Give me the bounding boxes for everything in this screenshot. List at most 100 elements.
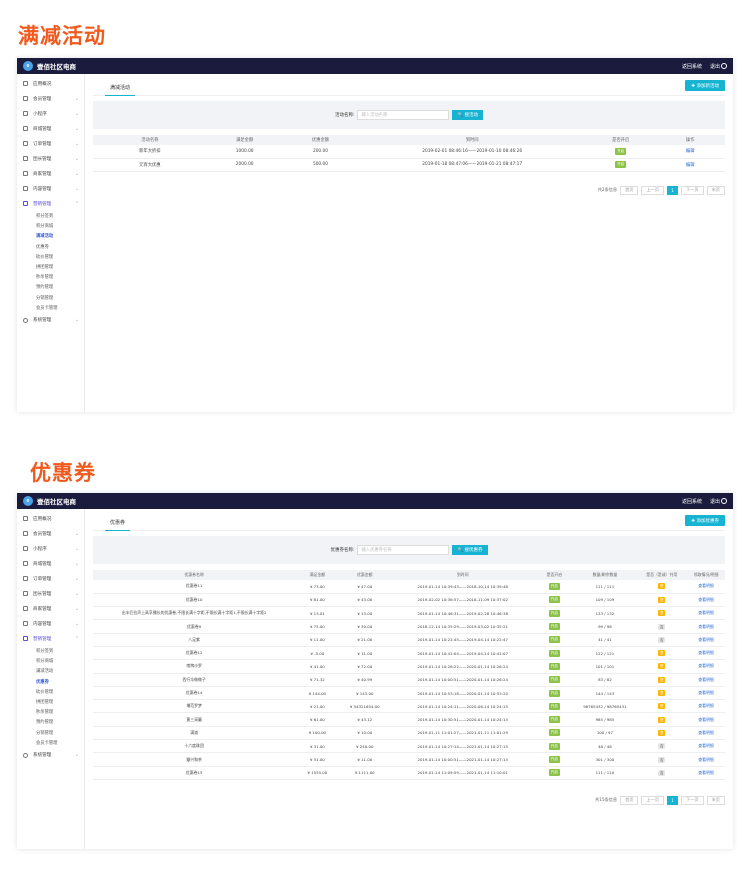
chevron-down-icon: ⌄ — [74, 140, 79, 147]
view-detail-link[interactable]: 查看明细 — [698, 610, 714, 615]
sub-item-distribution[interactable]: 分销管理 — [17, 293, 84, 303]
pager-next[interactable]: 下一页 — [681, 795, 704, 805]
search-input[interactable]: 输入活动名称 — [357, 110, 450, 120]
pager-last[interactable]: 末页 — [706, 795, 725, 805]
sub-item-reserve[interactable]: 预约管理 — [17, 717, 84, 727]
enabled-badge[interactable]: 开启 — [548, 676, 560, 684]
sub-item-group[interactable]: 拼团管理 — [17, 262, 84, 272]
search-button[interactable]: 🔍 搜优惠券 — [452, 545, 488, 555]
sidebar-item-overview[interactable]: 应用概况 — [17, 511, 84, 526]
pager-current[interactable]: 1 — [667, 795, 679, 805]
enabled-badge[interactable]: 开启 — [548, 729, 560, 737]
view-detail-link[interactable]: 查看明细 — [698, 637, 714, 642]
sub-item-bargain[interactable]: 砍价管理 — [17, 687, 84, 697]
sub-item-distribution[interactable]: 分销管理 — [17, 728, 84, 738]
view-detail-link[interactable]: 查看明细 — [698, 624, 714, 629]
pager-prev[interactable]: 上一页 — [641, 795, 665, 805]
view-detail-link[interactable]: 查看明细 — [698, 757, 714, 762]
add-activity-button[interactable]: ✚ 添加新活动 — [685, 80, 725, 91]
sidebar-item-miniapp[interactable]: 小程序 ⌄ — [17, 106, 84, 121]
return-system-link[interactable]: 返回系统 — [682, 63, 702, 70]
pager-prev[interactable]: 上一页 — [641, 185, 665, 195]
sub-item-points-mall[interactable]: 积分商城 — [17, 221, 84, 231]
sub-item-member-card[interactable]: 会员卡管理 — [17, 738, 84, 748]
sub-item-checkin[interactable]: 积分签到 — [17, 646, 84, 656]
sidebar-item-mall[interactable]: 商城管理 ⌄ — [17, 121, 84, 136]
sub-item-manjian[interactable]: 满减活动 — [17, 231, 84, 241]
enabled-badge[interactable]: 开启 — [548, 756, 560, 763]
sidebar-item-orders[interactable]: 订单管理 ⌄ — [17, 136, 84, 151]
return-system-link[interactable]: 返回系统 — [682, 498, 702, 505]
add-coupon-button[interactable]: ✚ 添加优惠券 — [685, 515, 725, 526]
sidebar-item-system[interactable]: 系统管理 ⌄ — [17, 748, 84, 763]
view-detail-link[interactable]: 查看明细 — [698, 663, 714, 668]
enabled-badge[interactable]: 开启 — [548, 609, 560, 617]
sidebar-item-content[interactable]: 内容管理 ⌄ — [17, 181, 84, 196]
sub-item-manjian[interactable]: 满减活动 — [17, 666, 84, 676]
pager-first[interactable]: 首页 — [620, 185, 639, 195]
enabled-badge[interactable]: 开启 — [615, 161, 627, 168]
logout-button[interactable]: 退出 — [710, 498, 727, 505]
view-detail-link[interactable]: 查看明细 — [698, 743, 714, 748]
enabled-badge[interactable]: 开启 — [548, 649, 560, 657]
sidebar-item-leaders[interactable]: 团长管理 ⌄ — [17, 151, 84, 166]
sidebar-item-members[interactable]: 会员管理 ⌄ — [17, 91, 84, 106]
view-detail-link[interactable]: 查看明细 — [698, 703, 714, 708]
sub-item-coupon[interactable]: 优惠券 — [17, 242, 84, 252]
sub-item-seckill[interactable]: 秒杀管理 — [17, 272, 84, 282]
sub-item-bargain[interactable]: 砍价管理 — [17, 252, 84, 262]
view-detail-link[interactable]: 查看明细 — [698, 730, 714, 735]
sidebar-item-merchants[interactable]: 商家管理 ⌄ — [17, 601, 84, 616]
pager-next[interactable]: 下一页 — [681, 185, 704, 195]
view-detail-link[interactable]: 查看明细 — [698, 770, 714, 775]
tab-manjian[interactable]: 满减活动 — [105, 80, 136, 96]
sidebar-item-marketing[interactable]: 营销管理 ⌃ — [17, 631, 84, 646]
enabled-badge[interactable]: 开启 — [548, 623, 560, 631]
view-detail-link[interactable]: 查看明细 — [698, 677, 714, 682]
enabled-badge[interactable]: 开启 — [548, 582, 560, 590]
sidebar-item-leaders[interactable]: 团长管理 ⌄ — [17, 586, 84, 601]
sub-item-reserve[interactable]: 预约管理 — [17, 282, 84, 292]
sub-item-group[interactable]: 拼团管理 — [17, 697, 84, 707]
enabled-badge[interactable]: 开启 — [615, 147, 627, 155]
logout-button[interactable]: 退出 — [710, 63, 727, 70]
pager-first[interactable]: 首页 — [620, 795, 639, 805]
enabled-badge[interactable]: 开启 — [548, 742, 560, 750]
enabled-badge[interactable]: 开启 — [548, 596, 560, 604]
view-detail-link[interactable]: 查看明细 — [698, 583, 714, 588]
view-detail-link[interactable]: 查看明细 — [698, 597, 714, 602]
sidebar-item-system[interactable]: 系统管理 ⌄ — [17, 313, 84, 328]
pager-last[interactable]: 末页 — [706, 185, 725, 195]
sub-item-checkin[interactable]: 积分签到 — [17, 211, 84, 221]
brand: e 壹佰社区电商 — [23, 496, 76, 506]
sidebar-item-marketing[interactable]: 营销管理 ⌃ — [17, 196, 84, 211]
cell-enabled: 开启 — [535, 646, 574, 661]
enabled-badge[interactable]: 开启 — [548, 636, 560, 644]
pager-current[interactable]: 1 — [667, 185, 679, 195]
edit-link[interactable]: 编辑 — [686, 163, 695, 168]
cell-discount: ¥ 30.00 — [339, 619, 391, 634]
enabled-badge[interactable]: 开启 — [548, 702, 560, 710]
enabled-badge[interactable]: 开启 — [548, 689, 560, 697]
edit-link[interactable]: 编辑 — [686, 149, 695, 154]
view-detail-link[interactable]: 查看明细 — [698, 690, 714, 695]
sidebar-item-merchants[interactable]: 商家管理 ⌄ — [17, 166, 84, 181]
sub-item-coupon[interactable]: 优惠券 — [17, 677, 84, 687]
sub-item-seckill[interactable]: 秒杀管理 — [17, 707, 84, 717]
sub-item-points-mall[interactable]: 积分商城 — [17, 656, 84, 666]
search-input[interactable]: 输入优惠券名称 — [357, 545, 450, 555]
sub-item-member-card[interactable]: 会员卡管理 — [17, 303, 84, 313]
sidebar-item-miniapp[interactable]: 小程序 ⌄ — [17, 541, 84, 556]
sidebar-item-mall[interactable]: 商城管理 ⌄ — [17, 556, 84, 571]
tab-coupon[interactable]: 优惠券 — [105, 515, 131, 531]
sidebar-item-content[interactable]: 内容管理 ⌄ — [17, 616, 84, 631]
sidebar-item-members[interactable]: 会员管理 ⌄ — [17, 526, 84, 541]
view-detail-link[interactable]: 查看明细 — [698, 717, 714, 722]
enabled-badge[interactable]: 开启 — [548, 716, 560, 724]
enabled-badge[interactable]: 开启 — [548, 662, 560, 670]
enabled-badge[interactable]: 开启 — [548, 769, 560, 777]
sidebar-item-orders[interactable]: 订单管理 ⌄ — [17, 571, 84, 586]
search-button[interactable]: 🔍 搜活动 — [452, 110, 484, 120]
view-detail-link[interactable]: 查看明细 — [698, 650, 714, 655]
sidebar-item-overview[interactable]: 应用概况 — [17, 76, 84, 91]
